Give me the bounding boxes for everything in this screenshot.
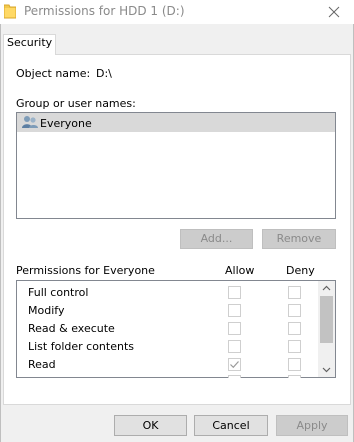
group-item-everyone: Everyone (40, 117, 92, 130)
object-name-value: D:\ (96, 67, 112, 80)
deny-read-execute-checkbox[interactable] (288, 322, 301, 335)
permission-read: Read (28, 358, 56, 371)
allow-header: Allow (225, 264, 255, 277)
object-name-label: Object name: (16, 67, 91, 80)
allow-modify-checkbox[interactable] (228, 304, 241, 317)
scroll-up-icon[interactable] (318, 281, 335, 296)
permission-list-folder-contents: List folder contents (28, 340, 134, 353)
allow-read-execute-checkbox[interactable] (228, 322, 241, 335)
add-button[interactable]: Add... (180, 229, 253, 249)
allow-next-checkbox (228, 375, 241, 378)
remove-button[interactable]: Remove (262, 229, 336, 249)
deny-next-checkbox (288, 375, 301, 378)
tab-security-label: Security (7, 36, 53, 49)
deny-header: Deny (286, 264, 315, 277)
allow-read-checkbox[interactable] (228, 358, 241, 371)
close-icon[interactable] (325, 3, 343, 21)
allow-full-control-checkbox[interactable] (228, 286, 241, 299)
left-border (0, 24, 1, 442)
users-icon (21, 115, 39, 129)
ok-button[interactable]: OK (114, 415, 187, 436)
allow-list-folder-contents-checkbox[interactable] (228, 340, 241, 353)
scroll-thumb[interactable] (320, 296, 333, 343)
deny-list-folder-contents-checkbox[interactable] (288, 340, 301, 353)
permission-read-execute: Read & execute (28, 322, 115, 335)
folder-icon (3, 4, 17, 19)
apply-button[interactable]: Apply (276, 415, 348, 436)
permission-modify: Modify (28, 304, 65, 317)
window-title: Permissions for HDD 1 (D:) (24, 4, 185, 18)
checkmark-icon (230, 361, 239, 369)
permission-full-control: Full control (28, 286, 89, 299)
group-names-label: Group or user names: (16, 97, 136, 110)
cancel-button[interactable]: Cancel (194, 415, 268, 436)
deny-full-control-checkbox[interactable] (288, 286, 301, 299)
deny-read-checkbox[interactable] (288, 358, 301, 371)
permissions-for-label: Permissions for Everyone (16, 264, 155, 277)
scroll-down-icon[interactable] (318, 362, 335, 377)
deny-modify-checkbox[interactable] (288, 304, 301, 317)
